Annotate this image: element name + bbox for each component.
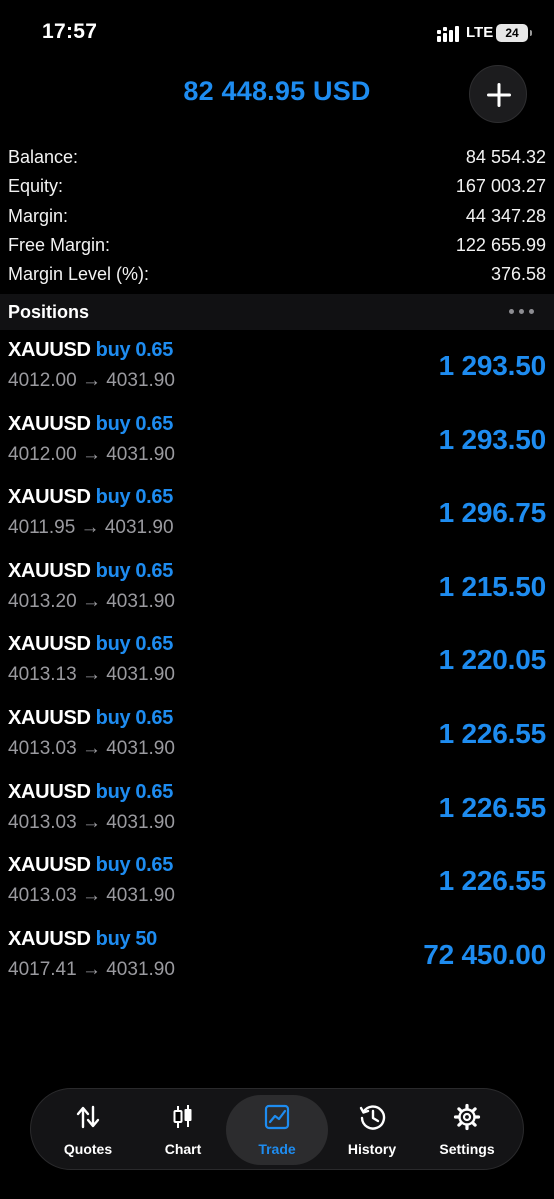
position-prices: 4017.41 → 4031.90: [8, 958, 175, 980]
summary-value: 167 003.27: [455, 176, 546, 197]
summary-label: Free Margin:: [8, 234, 111, 255]
position-row[interactable]: XAUUSD buy 0.65 4012.00 → 4031.90 1 293.50: [0, 334, 554, 408]
candlestick-icon: [173, 1105, 192, 1128]
new-order-button[interactable]: [469, 65, 527, 123]
tab-label: Trade: [258, 1141, 296, 1157]
position-direction: buy: [95, 633, 131, 656]
position-profit: 1 226.55: [438, 717, 547, 749]
positions-title: Positions: [8, 302, 90, 322]
summary-row-margin: Margin: 44 347.28: [8, 202, 546, 231]
summary-row-balance: Balance: 84 554.32: [8, 143, 546, 172]
position-symbol: XAUUSD: [8, 559, 91, 582]
position-row[interactable]: XAUUSD buy 0.65 4013.03 → 4031.90 1 226.55: [0, 702, 554, 776]
summary-value: 84 554.32: [465, 147, 546, 167]
position-row[interactable]: XAUUSD buy 0.65 4013.20 → 4031.90 1 215.50: [0, 555, 554, 629]
position-prices: 4013.03 → 4031.90: [8, 885, 175, 907]
position-profit: 72 450.00: [423, 938, 546, 970]
position-symbol: XAUUSD: [8, 412, 91, 435]
position-symbol: XAUUSD: [8, 927, 91, 950]
position-direction: buy: [95, 927, 131, 950]
position-volume: 50: [135, 927, 157, 950]
tab-label: Settings: [439, 1141, 495, 1157]
position-volume: 0.65: [135, 633, 174, 656]
gear-icon: [453, 1103, 481, 1131]
positions-section-header: Positions: [0, 294, 554, 330]
position-symbol: XAUUSD: [8, 339, 91, 361]
position-volume: 0.65: [135, 339, 174, 361]
summary-label: Margin Level (%):: [8, 264, 150, 285]
position-symbol: XAUUSD: [8, 854, 91, 877]
position-row[interactable]: XAUUSD buy 0.65 4013.13 → 4031.90 1 220.05: [0, 628, 554, 702]
bottom-tab-bar: Quotes Chart Trade History Settings: [30, 1088, 524, 1170]
position-prices: 4013.03 → 4031.90: [8, 737, 175, 759]
tab-chart[interactable]: Chart: [132, 1095, 234, 1165]
account-summary: Balance: 84 554.32 Equity: 167 003.27 Ma…: [8, 143, 546, 289]
position-symbol: XAUUSD: [8, 633, 91, 656]
summary-row-free-margin: Free Margin: 122 655.99: [8, 231, 546, 260]
signal-strength-icon: [437, 26, 459, 42]
position-direction: buy: [95, 780, 131, 803]
position-direction: buy: [95, 412, 131, 435]
position-row[interactable]: XAUUSD buy 0.65 4013.03 → 4031.90 1 226.55: [0, 776, 554, 850]
tab-label: History: [347, 1141, 397, 1157]
position-direction: buy: [95, 706, 131, 729]
position-volume: 0.65: [135, 559, 174, 582]
summary-row-margin-level: Margin Level (%): 376.58: [8, 260, 546, 289]
tab-trade[interactable]: Trade: [226, 1095, 328, 1165]
trade-chart-icon: [264, 1104, 290, 1130]
summary-row-equity: Equity: 167 003.27: [8, 172, 546, 201]
position-profit: 1 293.50: [438, 423, 547, 455]
battery-icon: 24: [496, 24, 532, 42]
quotes-arrows-icon: [76, 1105, 100, 1129]
history-clock-icon: [359, 1105, 386, 1130]
position-row[interactable]: XAUUSD buy 0.65 4013.03 → 4031.90 1 226.55: [0, 849, 554, 923]
position-row[interactable]: XAUUSD buy 50 4017.41 → 4031.90 72 450.00: [0, 923, 554, 997]
position-profit: 1 220.05: [438, 644, 547, 676]
position-prices: 4012.00 → 4031.90: [8, 370, 175, 391]
tab-history[interactable]: History: [321, 1095, 423, 1165]
tab-settings[interactable]: Settings: [416, 1095, 518, 1165]
position-volume: 0.65: [135, 780, 174, 803]
tab-label: Chart: [164, 1141, 202, 1157]
position-direction: buy: [95, 854, 131, 877]
position-symbol: XAUUSD: [8, 706, 91, 729]
status-time: 17:57: [42, 20, 98, 43]
position-volume: 0.65: [135, 486, 174, 509]
position-symbol: XAUUSD: [8, 486, 91, 509]
position-volume: 0.65: [135, 854, 174, 877]
position-prices: 4013.03 → 4031.90: [8, 811, 175, 833]
position-prices: 4011.95 → 4031.90: [8, 517, 174, 539]
position-direction: buy: [95, 486, 131, 509]
position-prices: 4012.00 → 4031.90: [8, 443, 175, 465]
position-symbol: XAUUSD: [8, 780, 91, 803]
summary-value: 44 347.28: [465, 205, 546, 226]
summary-label: Margin:: [8, 205, 69, 226]
position-profit: 1 215.50: [438, 570, 547, 602]
position-row[interactable]: XAUUSD buy 0.65 4012.00 → 4031.90 1 293.50: [0, 408, 554, 482]
position-prices: 4013.13 → 4031.90: [8, 664, 175, 686]
summary-label: Balance:: [8, 147, 79, 167]
tab-quotes[interactable]: Quotes: [37, 1095, 139, 1165]
position-prices: 4013.20 → 4031.90: [8, 590, 175, 612]
position-row[interactable]: XAUUSD buy 0.65 4011.95 → 4031.90 1 296.75: [0, 481, 554, 555]
summary-value: 376.58: [490, 264, 546, 285]
plus-icon: [487, 83, 511, 107]
network-label: LTE: [466, 24, 494, 41]
position-direction: buy: [95, 559, 131, 582]
status-bar: 17:57 LTE 24: [0, 0, 554, 64]
position-profit: 1 226.55: [438, 791, 547, 823]
position-profit: 1 296.75: [438, 497, 547, 529]
battery-level: 24: [505, 26, 519, 40]
position-profit: 1 226.55: [438, 865, 547, 897]
summary-label: Equity:: [8, 176, 64, 197]
position-volume: 0.65: [135, 706, 174, 729]
summary-value: 122 655.99: [455, 234, 546, 255]
position-volume: 0.65: [135, 412, 174, 435]
positions-list: XAUUSD buy 0.65 4012.00 → 4031.90 1 293.50…: [0, 334, 554, 996]
more-options-icon[interactable]: [509, 309, 534, 314]
position-profit: 1 293.50: [438, 350, 547, 381]
position-direction: buy: [95, 339, 131, 361]
tab-label: Quotes: [63, 1141, 113, 1157]
